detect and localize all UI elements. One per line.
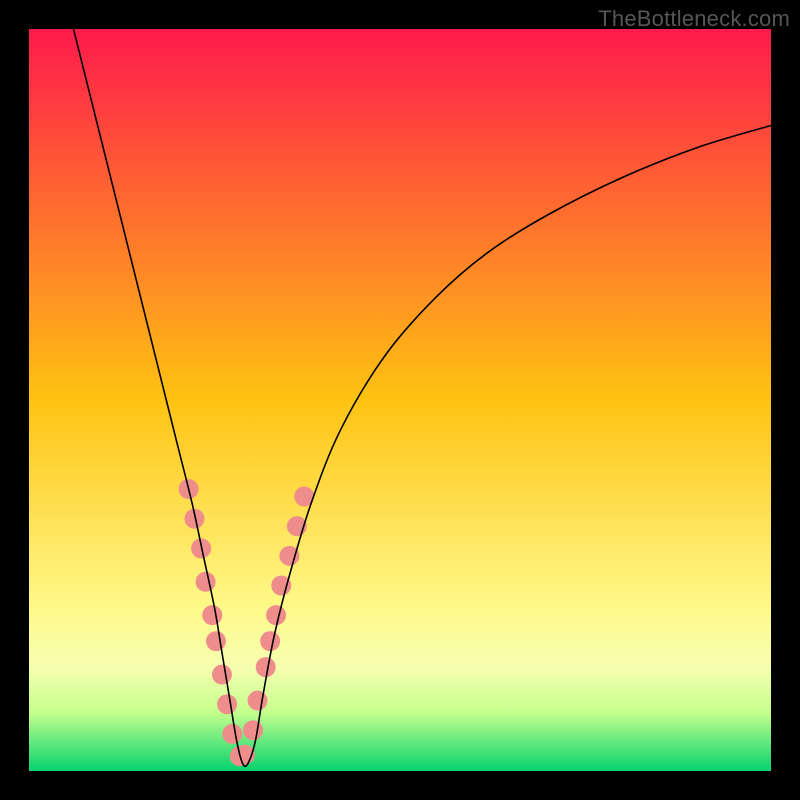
gradient-background	[29, 29, 771, 771]
outer-frame: TheBottleneck.com	[0, 0, 800, 800]
highlight-point	[266, 605, 286, 625]
highlight-point	[260, 631, 280, 651]
highlight-point	[217, 694, 237, 714]
highlight-point	[212, 665, 232, 685]
highlight-point	[248, 691, 268, 711]
plot-area	[29, 29, 771, 771]
highlight-point	[243, 720, 263, 740]
chart-svg	[29, 29, 771, 771]
highlight-point	[202, 605, 222, 625]
highlight-point	[256, 657, 276, 677]
highlight-point	[206, 631, 226, 651]
highlight-point	[196, 572, 216, 592]
highlight-point	[222, 724, 242, 744]
